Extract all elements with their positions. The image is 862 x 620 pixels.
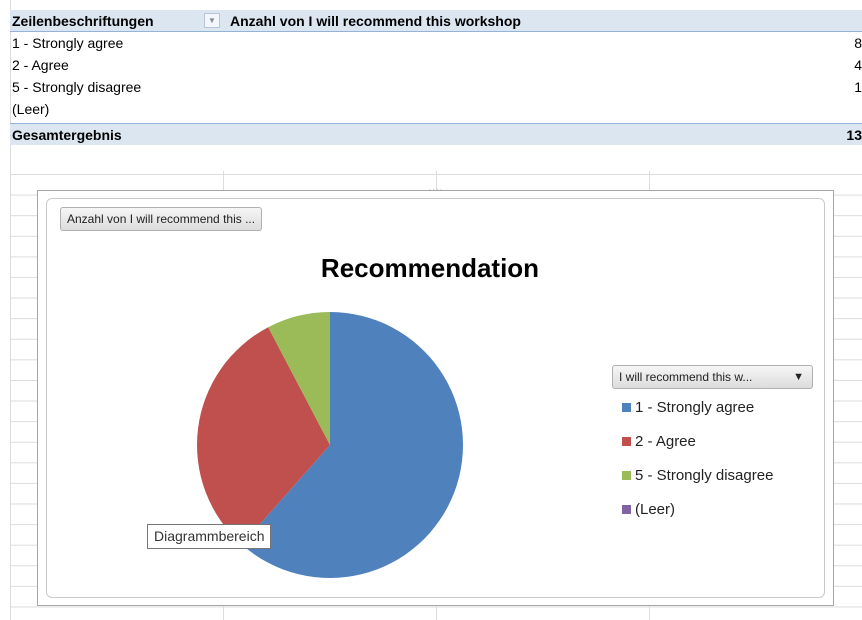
pivot-total-label: Gesamtergebnis [12,127,122,143]
pivot-row[interactable]: 2 - Agree 4 [10,54,862,76]
pivot-row[interactable]: 1 - Strongly agree 8 [10,32,862,54]
chevron-down-icon: ▼ [793,371,804,383]
pivot-table: Zeilenbeschriftungen ▼ Anzahl von I will… [10,10,862,145]
pivot-row[interactable]: 5 - Strongly disagree 1 [10,76,862,98]
chart-legend: 1 - Strongly agree 2 - Agree 5 - Strongl… [622,395,773,531]
pivot-row-value: 4 [854,57,862,73]
pivot-row-label: (Leer) [12,101,50,117]
filter-dropdown-button[interactable]: ▼ [204,13,220,28]
row-labels-header: Zeilenbeschriftungen [12,13,154,29]
legend-label: 2 - Agree [635,433,696,450]
resize-handle-top[interactable]: ···· [427,186,445,194]
legend-swatch [622,437,631,446]
legend-label: 1 - Strongly agree [635,399,755,416]
pivot-row-value: 8 [854,35,862,51]
pivot-row[interactable]: (Leer) [10,98,862,120]
chart-title: Recommendation [320,253,540,283]
legend-label: (Leer) [635,501,676,518]
pivot-row-label: 2 - Agree [12,57,69,73]
value-field-button[interactable]: Anzahl von I will recommend this ... [60,207,263,231]
legend-item: (Leer) [622,497,773,531]
legend-item: 2 - Agree [622,429,773,463]
legend-item: 1 - Strongly agree [622,395,773,429]
pivot-total-value: 13 [846,127,862,143]
legend-label: 5 - Strongly disagree [635,467,774,484]
legend-field-button[interactable]: I will recommend this w... ▼ [612,365,813,389]
resize-handle-bottom[interactable]: ···· [427,602,445,610]
pivot-row-label: 5 - Strongly disagree [12,79,142,95]
legend-swatch [622,471,631,480]
pivot-row-value: 1 [854,79,862,95]
legend-swatch [622,505,631,514]
legend-field-label: I will recommend this w... [619,370,753,384]
legend-swatch [622,403,631,412]
pivot-header-row: Zeilenbeschriftungen ▼ Anzahl von I will… [10,10,862,32]
pivot-row-label: 1 - Strongly agree [12,35,124,51]
pivot-total-row[interactable]: Gesamtergebnis 13 [10,123,862,145]
value-field-header: Anzahl von I will recommend this worksho… [230,13,521,29]
chart-area-tooltip: Diagrammbereich [147,524,272,549]
legend-item: 5 - Strongly disagree [622,463,773,497]
